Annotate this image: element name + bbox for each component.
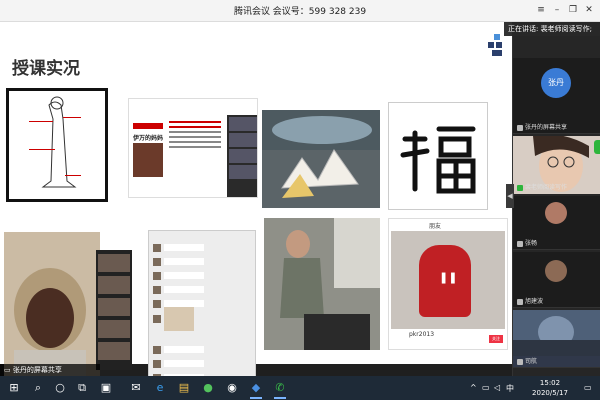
close-button[interactable]: ✕ — [582, 3, 596, 17]
student-desk-icon — [264, 218, 380, 350]
label-line — [29, 121, 53, 122]
mic-icon — [517, 184, 523, 191]
tencent-meeting-icon[interactable]: ◆ — [248, 380, 264, 399]
participant-name: 张畅 — [517, 238, 537, 247]
participant-scenery-image — [513, 310, 600, 356]
restore-button[interactable]: ❐ — [566, 3, 580, 17]
shared-screen: 授课实况 伊万的妈妈 朋友 ❚❚ pkr2013 关注 — [0, 22, 512, 380]
slide-title: 授课实况 — [12, 59, 80, 79]
photo-student-video — [4, 232, 100, 378]
mic-icon — [517, 124, 523, 131]
origami-crane-icon — [262, 110, 380, 198]
video-thumbnails — [227, 115, 257, 197]
slide-heading: 伊万的妈妈 — [133, 135, 164, 142]
screen-share-label: ▭ 张丹的屏幕共享 — [0, 364, 100, 376]
participant-name: 张丹的屏幕共享 — [517, 122, 567, 131]
window-controls: ≡ – ❐ ✕ — [534, 3, 596, 17]
avatar — [545, 202, 567, 224]
photo-chat-screenshot — [148, 230, 256, 380]
cortana-icon[interactable]: ○ — [52, 380, 68, 396]
photo-origami — [262, 110, 380, 208]
title-bar: 腾讯会议 会议号：599 328 239 ≡ – ❐ ✕ — [0, 0, 600, 22]
windows-taskbar: ⊞ ⌕ ○ ⧉ ▣ ✉ e ▤ ● ◉ ◆ ✆ ^ ▭ ◁ 中 15:02 20… — [0, 376, 600, 400]
chat-row — [153, 251, 253, 266]
screen-share-icon: ▭ — [4, 366, 13, 374]
slide-logo-icon — [488, 34, 504, 56]
minimize-button[interactable]: – — [550, 3, 564, 17]
screen-share-text: 张丹的屏幕共享 — [12, 366, 62, 374]
participant-tile[interactable]: 司航 — [513, 310, 600, 368]
volume-icon[interactable]: ◁ — [494, 383, 500, 392]
participant-sidebar: 张丹 张丹的屏幕共享 裴老师阅读写作 张畅 旭建波 司航 — [513, 22, 600, 376]
participant-name: 裴老师阅读写作 — [517, 182, 567, 191]
video-thumbnail-strip — [96, 250, 132, 370]
photo-costume-diagram — [6, 88, 108, 202]
task-view-icon[interactable]: ⧉ — [74, 380, 90, 396]
remote-icon[interactable]: ▣ — [98, 380, 114, 396]
mic-icon — [517, 240, 523, 247]
edge-icon[interactable]: e — [152, 380, 168, 396]
photo-video-app: 朋友 ❚❚ pkr2013 关注 — [388, 218, 508, 350]
participant-tile[interactable]: 张丹 张丹的屏幕共享 — [513, 58, 600, 134]
window-title: 腾讯会议 会议号：599 328 239 — [233, 7, 367, 17]
slide-text-lines — [169, 121, 221, 171]
input-language[interactable]: 中 — [506, 383, 514, 394]
video-username: pkr2013 — [409, 331, 435, 338]
clock-date: 2020/5/17 — [532, 389, 568, 397]
wechat-icon[interactable]: ✆ — [272, 380, 288, 399]
chat-row — [153, 353, 253, 368]
collapse-sidebar-button[interactable]: ◀ — [506, 184, 514, 208]
file-explorer-icon[interactable]: ▤ — [176, 380, 192, 396]
label-line — [29, 149, 55, 150]
windows-start-icon[interactable]: ⊞ — [6, 380, 22, 396]
app-icon[interactable]: ◉ — [224, 380, 240, 396]
participant-tile[interactable]: 旭建波 — [513, 252, 600, 308]
costume-sketch-icon — [41, 96, 77, 188]
chat-row — [153, 237, 253, 252]
chat-image-row — [153, 307, 253, 333]
avatar: 张丹 — [541, 68, 571, 98]
participant-tile[interactable]: 张畅 — [513, 196, 600, 250]
participant-name: 旭建波 — [517, 296, 543, 305]
taskbar-clock[interactable]: 15:02 2020/5/17 — [520, 378, 580, 398]
chat-row — [153, 339, 253, 354]
pause-icon[interactable]: ❚❚ — [439, 271, 457, 284]
sidebar-scroll-indicator[interactable] — [594, 140, 600, 154]
chat-row — [153, 279, 253, 294]
label-line — [63, 117, 81, 118]
xbox-icon[interactable]: ● — [200, 380, 216, 396]
search-icon[interactable]: ⌕ — [30, 380, 46, 396]
chat-row — [153, 293, 253, 308]
mic-icon — [517, 358, 523, 365]
participant-tile[interactable]: 裴老师阅读写作 — [513, 134, 600, 194]
portrait-image — [133, 143, 163, 177]
photo-student-at-desk — [264, 218, 380, 350]
slide-accent-bar — [133, 123, 163, 129]
tray-chevron-icon[interactable]: ^ — [470, 383, 477, 392]
notification-icon[interactable]: ▭ — [584, 383, 592, 392]
avatar — [545, 260, 567, 282]
speaking-banner: 正在讲话: 裴老师阅读写作; — [504, 22, 600, 36]
photo-calligraphy — [388, 102, 488, 210]
video-app-topbar: 朋友 — [429, 223, 442, 230]
calligraphy-character-icon — [400, 126, 476, 194]
mic-icon — [517, 298, 523, 305]
menu-button[interactable]: ≡ — [534, 3, 548, 17]
label-line — [65, 175, 81, 176]
photo-ppt-slide: 伊万的妈妈 — [128, 98, 258, 198]
participant-name: 司航 — [517, 356, 537, 365]
student-portrait-icon — [4, 232, 100, 378]
mail-icon[interactable]: ✉ — [128, 380, 144, 396]
follow-button[interactable]: 关注 — [489, 335, 503, 343]
chat-row — [153, 265, 253, 280]
clock-time: 15:02 — [539, 379, 561, 387]
network-icon[interactable]: ▭ — [482, 383, 490, 392]
